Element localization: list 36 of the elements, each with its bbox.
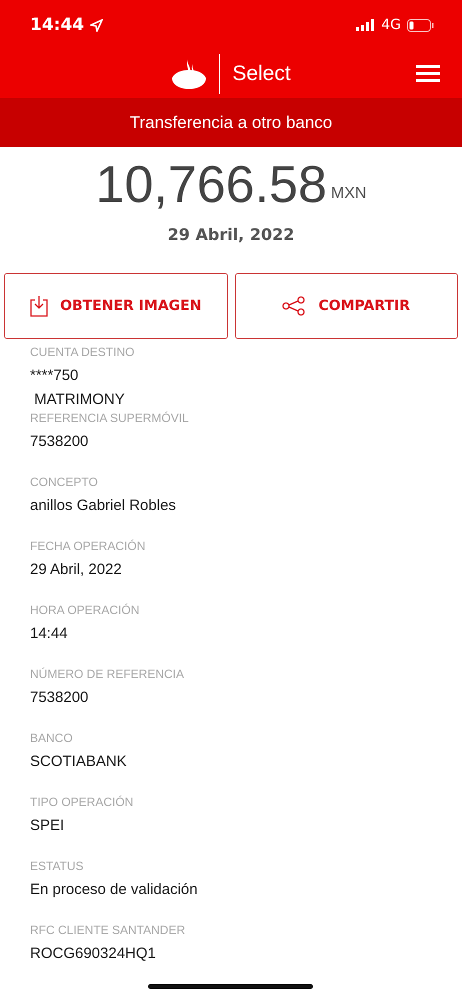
field-label: BANCO (30, 731, 74, 745)
download-button[interactable]: OBTENER IMAGEN (4, 273, 228, 339)
field-value: ROCG690324HQ1 (30, 944, 157, 964)
field-label: HORA OPERACIÓN (30, 603, 140, 617)
field-label: REFERENCIA SUPERMÓVIL (30, 411, 190, 425)
field-value: SCOTIABANK (30, 752, 128, 772)
location-icon (90, 18, 104, 32)
signal-icon (356, 19, 376, 31)
field-value: 7538200 (30, 688, 90, 708)
field-value: anillos Gabriel Robles (30, 496, 177, 516)
share-icon (282, 296, 306, 316)
field-label: CUENTA DESTINO (30, 345, 136, 359)
field-label: FECHA OPERACIÓN (30, 539, 146, 553)
transfer-date: 29 Abril, 2022 (166, 225, 296, 244)
status-time: 14:44 (30, 15, 84, 35)
field-value: SPEI (30, 816, 66, 836)
field-label: ESTATUS (30, 859, 85, 873)
field-value: 29 Abril, 2022 (30, 560, 123, 580)
download-icon (30, 295, 48, 317)
amount: 10,766.58 (96, 157, 327, 213)
field-value: 7538200 (30, 432, 90, 452)
field-label: CONCEPTO (30, 475, 99, 489)
field-value: En proceso de validación (30, 880, 199, 900)
menu-icon[interactable] (416, 65, 440, 82)
field-value: MATRIMONY (33, 390, 126, 410)
battery-icon (407, 18, 434, 32)
field-value: 14:44 (30, 624, 69, 644)
share-button[interactable]: COMPARTIR (234, 273, 458, 339)
currency: MXN (330, 185, 366, 203)
page-title: Transferencia a otro banco (130, 112, 332, 132)
network-label: 4G (381, 17, 401, 33)
field-label: RFC CLIENTE SANTANDER (30, 923, 186, 937)
field-value: ****750 (30, 366, 80, 386)
field-label: NÚMERO DE REFERENCIA (30, 667, 186, 681)
field-label: TIPO OPERACIÓN (30, 795, 134, 809)
brand-name: Select (232, 62, 291, 86)
